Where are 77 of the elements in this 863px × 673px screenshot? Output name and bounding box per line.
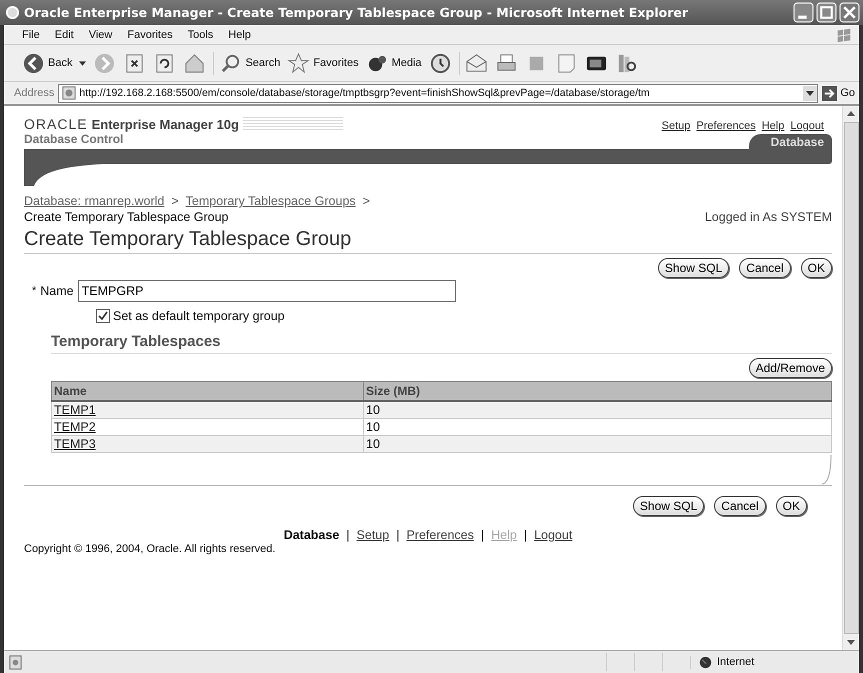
product-subtitle: Database Control [24,132,124,146]
menu-item[interactable]: Help [228,28,251,40]
favorites-button[interactable]: Favorites [287,52,359,74]
header-link[interactable]: Help [762,120,784,132]
address-field[interactable]: http://192.168.2.168:5500/em/console/database/storage/tmptbsgrp?event=finishShowSql&prevPage=/database/storage/tm [58,84,818,102]
name-field[interactable]: TEMPGRP [78,280,456,302]
checkbox[interactable] [96,309,110,323]
menu-item[interactable]: View [88,28,112,40]
dropdown-icon[interactable] [803,86,818,100]
menu-item[interactable]: Tools [188,28,214,40]
maximize-button[interactable] [816,2,837,23]
link-separator: | [346,528,350,542]
table-cell: 10 [366,420,380,434]
breadcrumb-link[interactable]: Database: rmanrep.world [24,194,164,208]
database-tab[interactable]: Database [748,134,832,149]
globe-icon [699,656,712,668]
link-separator: | [396,528,400,542]
media-button[interactable]: Media [366,52,422,74]
history-button[interactable] [428,52,452,74]
column-header: Name [52,382,364,401]
page-title: Create Temporary Tablespace Group [24,228,832,254]
login-status: Logged in As SYSTEM [704,210,832,224]
breadcrumb-separator: > [362,194,370,208]
address-label: Address [14,87,54,99]
action-button[interactable]: OK [800,258,832,278]
close-button[interactable] [839,2,860,23]
menu-item[interactable]: Favorites [127,28,173,40]
name-label: Name [40,284,74,298]
tablespace-link[interactable]: TEMP1 [54,403,96,417]
windows-logo-icon [835,26,853,44]
add-remove-button[interactable]: Add/Remove [748,358,832,378]
footer-link[interactable]: Preferences [406,528,474,542]
link-separator: | [480,528,484,542]
action-button[interactable]: Cancel [714,496,766,516]
tablespace-link[interactable]: TEMP2 [54,420,96,434]
footer-link[interactable]: Logout [534,528,572,542]
header-link[interactable]: Preferences [696,120,756,132]
column-header: Size (MB) [364,382,832,401]
window-title: Oracle Enterprise Manager - Create Temporary Tablespace Group - Microsoft Internet Explorer [24,5,690,20]
back-button[interactable]: Back [22,52,86,74]
action-button[interactable]: Show SQL [632,496,704,516]
caret-icon [79,60,86,66]
action-button[interactable]: Cancel [739,258,791,278]
minimize-button[interactable] [793,2,814,23]
oracle-logo: ORACLE [24,116,88,132]
product-name: Enterprise Manager 10g [92,116,239,132]
scrollbar[interactable] [842,106,859,650]
header-link[interactable]: Setup [662,120,690,132]
section-corner-drawing [822,455,832,485]
link-separator: | [524,528,528,542]
tablespace-link[interactable]: TEMP3 [54,437,96,451]
copyright: Copyright © 1996, 2004, Oracle. All rights reserved. [24,543,276,555]
scroll-down-icon[interactable] [846,639,856,647]
checkbox-label: Set as default temporary group [113,309,285,323]
required-mark: * [32,285,36,297]
go-button[interactable]: Go [822,86,859,100]
footer-link[interactable]: Setup [356,528,390,542]
section-title: Temporary Tablespaces [51,333,832,354]
action-button[interactable]: Show SQL [658,258,730,278]
page-icon [62,86,76,100]
star-icon [287,52,310,74]
page-icon [8,654,23,670]
table-cell: 10 [366,403,380,417]
header-link[interactable]: Logout [790,120,824,132]
security-zone: Internet [717,656,754,668]
breadcrumb-separator: > [171,194,179,208]
menu-item[interactable]: Edit [54,28,74,40]
search-button[interactable]: Search [213,52,280,74]
breadcrumb-current: Create Temporary Tablespace Group [24,210,230,224]
home-button[interactable] [183,52,206,74]
table-cell: 10 [366,437,380,451]
scroll-up-icon[interactable] [846,109,856,117]
menu-item[interactable]: File [22,28,40,40]
footer-link[interactable]: Database [284,528,340,542]
mail-button[interactable] [458,52,488,74]
action-button[interactable]: OK [776,496,807,516]
breadcrumb-link[interactable]: Temporary Tablespace Groups [186,194,356,208]
